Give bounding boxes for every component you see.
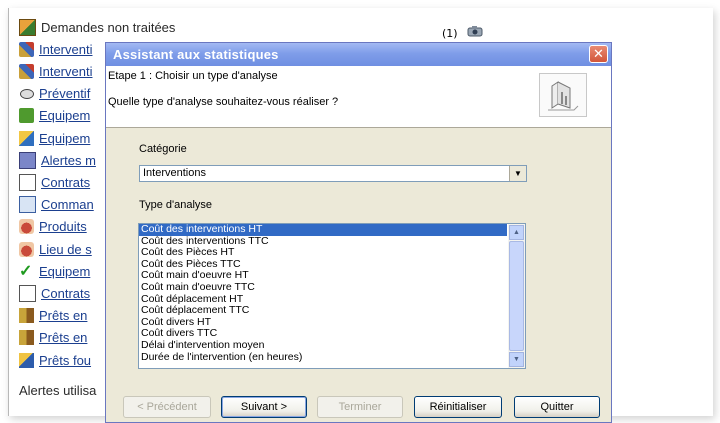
dollar-icon <box>19 108 34 124</box>
chart-building-icon <box>539 73 587 117</box>
background-list-item-label: Produits <box>39 219 87 235</box>
analysis-type-option[interactable]: Coût main d'oeuvre TTC <box>139 281 507 294</box>
background-list-item[interactable]: Equipem <box>19 106 90 126</box>
background-list-item-label: Prêts fou <box>39 352 92 368</box>
tool-icon <box>19 63 34 79</box>
background-list-item[interactable]: Prêts en <box>19 328 87 348</box>
finish-button[interactable]: Terminer <box>317 396 403 418</box>
scrollbar-thumb[interactable] <box>509 241 524 351</box>
book-icon <box>19 330 34 346</box>
tool-icon <box>19 41 34 57</box>
analysis-type-option[interactable]: Durée de l'intervention (en heures) <box>139 351 507 364</box>
analysis-type-option[interactable]: Délai d'intervention moyen <box>139 339 507 352</box>
folder-icon <box>19 18 36 36</box>
dialog-titlebar[interactable]: Assistant aux statistiques ✕ <box>106 43 611 66</box>
book-icon <box>19 308 34 324</box>
chevron-down-icon: ▼ <box>513 356 520 363</box>
background-list-item[interactable]: Equipem <box>19 128 90 148</box>
step-title: Etape 1 : Choisir un type d'analyse <box>108 70 278 82</box>
scroll-up-button[interactable]: ▲ <box>509 225 524 240</box>
background-list-item[interactable]: Demandes non traitées <box>19 17 175 37</box>
quit-button-label: Quitter <box>540 401 574 413</box>
background-list-item[interactable]: Interventi <box>19 39 92 59</box>
finish-button-label: Terminer <box>338 401 382 413</box>
check-icon <box>19 261 34 281</box>
background-list-item-label: Equipem <box>39 263 91 279</box>
question-text: Quelle type d'analyse souhaitez-vous réa… <box>108 96 339 108</box>
category-label: Catégorie <box>139 143 187 155</box>
previous-button[interactable]: < Précédent <box>123 396 211 418</box>
background-list-item-label: Alertes m <box>41 152 96 168</box>
statistics-wizard-dialog: Assistant aux statistiques ✕ Etape 1 : C… <box>105 42 612 423</box>
eye-icon <box>19 86 34 101</box>
background-list-item-label: Equipem <box>39 108 91 124</box>
category-select[interactable]: Interventions ▼ <box>139 165 527 182</box>
screen-icon <box>19 151 36 169</box>
document-icon <box>19 284 36 302</box>
chevron-up-icon: ▲ <box>513 229 520 236</box>
user-alerts-row[interactable]: Alertes utilisa <box>19 380 96 400</box>
close-button[interactable]: ✕ <box>589 45 608 63</box>
analysis-type-list: Coût des interventions HT Coût des interv… <box>139 224 507 363</box>
close-icon: ✕ <box>593 46 604 62</box>
background-list-item[interactable]: Contrats <box>19 283 90 303</box>
background-list-item[interactable]: Interventi <box>19 61 92 81</box>
background-list-item-label: Interventi <box>39 63 93 79</box>
listbox-scrollbar[interactable]: ▲ ▼ <box>508 224 525 368</box>
background-list-item[interactable]: Produits <box>19 217 87 237</box>
background-list-item-label: Préventif <box>39 86 91 102</box>
pencil-icon <box>19 196 36 214</box>
pen-icon <box>19 352 34 368</box>
background-list-item-label: Prêts en <box>39 308 88 324</box>
hand-icon <box>19 241 34 257</box>
reset-button-label: Réinitialiser <box>429 401 487 413</box>
analysis-type-option[interactable]: Coût des interventions HT <box>139 224 507 236</box>
background-list-item[interactable]: Prêts fou <box>19 350 91 370</box>
analysis-type-label: Type d'analyse <box>139 199 213 211</box>
quit-button[interactable]: Quitter <box>514 396 600 418</box>
box-icon <box>19 130 34 146</box>
background-list-item-label: Contrats <box>41 285 91 301</box>
chevron-down-icon: ▼ <box>514 169 522 178</box>
document-icon <box>19 173 36 191</box>
reset-button[interactable]: Réinitialiser <box>414 396 502 418</box>
background-list-item-label: Interventi <box>39 41 93 57</box>
background-list-item[interactable]: Comman <box>19 195 94 215</box>
background-list-item[interactable]: Equipem <box>19 261 90 281</box>
background-list-item[interactable]: Prêts en <box>19 306 87 326</box>
analysis-type-option[interactable]: Coût déplacement TTC <box>139 305 507 317</box>
background-list-item-label: Equipem <box>39 130 91 146</box>
dialog-title: Assistant aux statistiques <box>113 47 279 62</box>
next-button[interactable]: Suivant > <box>221 396 307 418</box>
category-value: Interventions <box>143 167 206 179</box>
background-list-item[interactable]: Lieu de s <box>19 239 92 259</box>
background-list-item-label: Lieu de s <box>39 241 92 257</box>
background-list-item-label: Contrats <box>41 174 91 190</box>
wizard-header: Etape 1 : Choisir un type d'analyse Quel… <box>106 66 611 128</box>
background-list-item[interactable]: Alertes m <box>19 150 96 170</box>
camera-icon[interactable] <box>467 25 483 37</box>
background-list-item-label: Comman <box>41 197 94 213</box>
background-list-item[interactable]: Contrats <box>19 172 90 192</box>
background-list-item-label: Demandes non traitées <box>41 19 176 35</box>
category-dropdown-button[interactable]: ▼ <box>509 166 526 181</box>
analysis-type-listbox[interactable]: Coût des interventions HT Coût des interv… <box>138 223 526 369</box>
background-list-item-label: Prêts en <box>39 330 88 346</box>
next-button-label: Suivant > <box>240 401 288 413</box>
background-list-item[interactable]: Préventif <box>19 84 90 104</box>
user-alerts-label: Alertes utilisa <box>19 382 97 398</box>
previous-button-label: < Précédent <box>137 401 197 413</box>
scroll-down-button[interactable]: ▼ <box>509 352 524 367</box>
pending-count: (1) <box>442 27 458 40</box>
hand-icon <box>19 219 34 235</box>
